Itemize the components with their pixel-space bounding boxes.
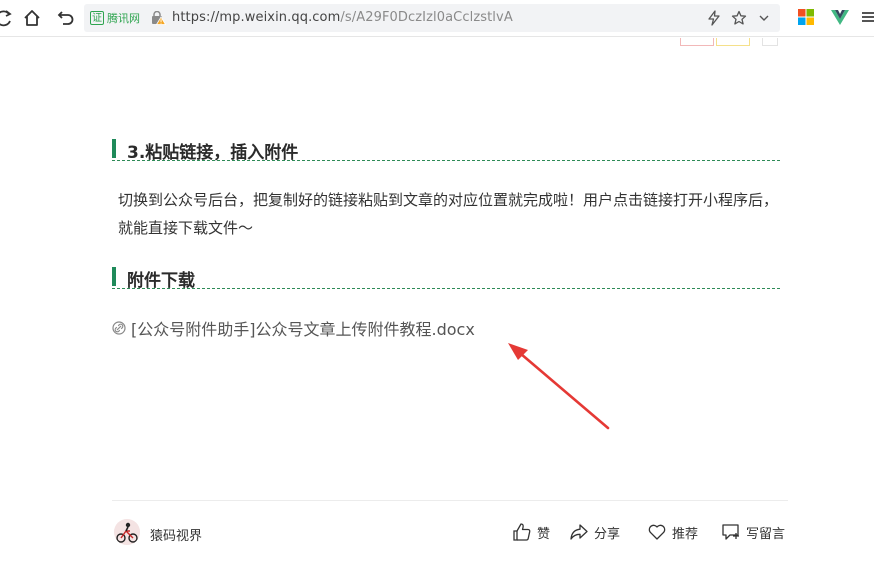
avatar[interactable] [114, 519, 140, 545]
attachment-link-text: [公众号附件助手]公众号文章上传附件教程.docx [131, 320, 475, 339]
certificate-badge[interactable]: 证 腾讯网 [90, 10, 140, 26]
author-name[interactable]: 猿码视界 [150, 525, 202, 544]
heart-icon [648, 524, 666, 540]
address-bar[interactable]: 证 腾讯网 https://mp.weixin.qq.com/s/A29F0Dc… [84, 4, 780, 32]
lightning-icon[interactable] [706, 10, 722, 26]
bookmark-star-icon[interactable] [731, 10, 747, 26]
like-label: 赞 [537, 526, 551, 542]
share-button[interactable]: 分享 [569, 522, 620, 542]
recommend-label: 推荐 [672, 526, 699, 542]
comment-icon [722, 524, 739, 540]
write-comment-label: 写留言 [746, 526, 786, 542]
attachment-heading: 附件下载 [112, 266, 780, 291]
insecure-warning-icon[interactable] [150, 11, 166, 25]
attachment-link[interactable]: [公众号附件助手]公众号文章上传附件教程.docx [112, 316, 475, 340]
link-icon [112, 321, 126, 335]
footer-divider [112, 500, 788, 501]
recommend-button[interactable]: 推荐 [647, 522, 698, 542]
undo-icon[interactable] [56, 8, 76, 28]
share-label: 分享 [594, 526, 621, 542]
windows-extension-icon[interactable] [797, 8, 815, 26]
home-icon[interactable] [22, 8, 42, 28]
refresh-icon[interactable] [0, 8, 14, 28]
heading-accent-bar [112, 267, 116, 286]
browser-toolbar: 证 腾讯网 https://mp.weixin.qq.com/s/A29F0Dc… [0, 0, 874, 37]
write-comment-button[interactable]: 写留言 [721, 522, 785, 542]
certificate-icon: 证 [90, 11, 104, 25]
section-heading: 3.粘贴链接，插入附件 [112, 138, 780, 163]
url-text[interactable]: https://mp.weixin.qq.com/s/A29F0DczIzl0a… [172, 10, 513, 25]
heading-accent-bar [112, 139, 116, 158]
like-button[interactable]: 赞 [512, 522, 550, 542]
attachment-heading-text: 附件下载 [127, 271, 195, 291]
chevron-down-icon[interactable] [756, 10, 772, 26]
red-arrow-annotation [508, 343, 610, 430]
url-host: https://mp.weixin.qq.com [172, 10, 341, 25]
url-path: /s/A29F0DczIzl0aCclzstlvA [340, 10, 513, 25]
certificate-label: 腾讯网 [107, 12, 140, 25]
section-heading-text: 3.粘贴链接，插入附件 [127, 143, 299, 163]
article-paragraph: 切换到公众号后台，把复制好的链接粘贴到文章的对应位置就完成啦！用户点击链接打开小… [118, 191, 779, 237]
vue-devtools-icon[interactable] [831, 8, 849, 26]
more-menu-icon[interactable] [862, 8, 874, 26]
thumbs-up-icon [513, 523, 531, 541]
decorative-fragment [680, 38, 714, 46]
decorative-fragment [762, 38, 778, 46]
decorative-fragment [716, 38, 750, 46]
share-arrow-icon [570, 524, 588, 540]
